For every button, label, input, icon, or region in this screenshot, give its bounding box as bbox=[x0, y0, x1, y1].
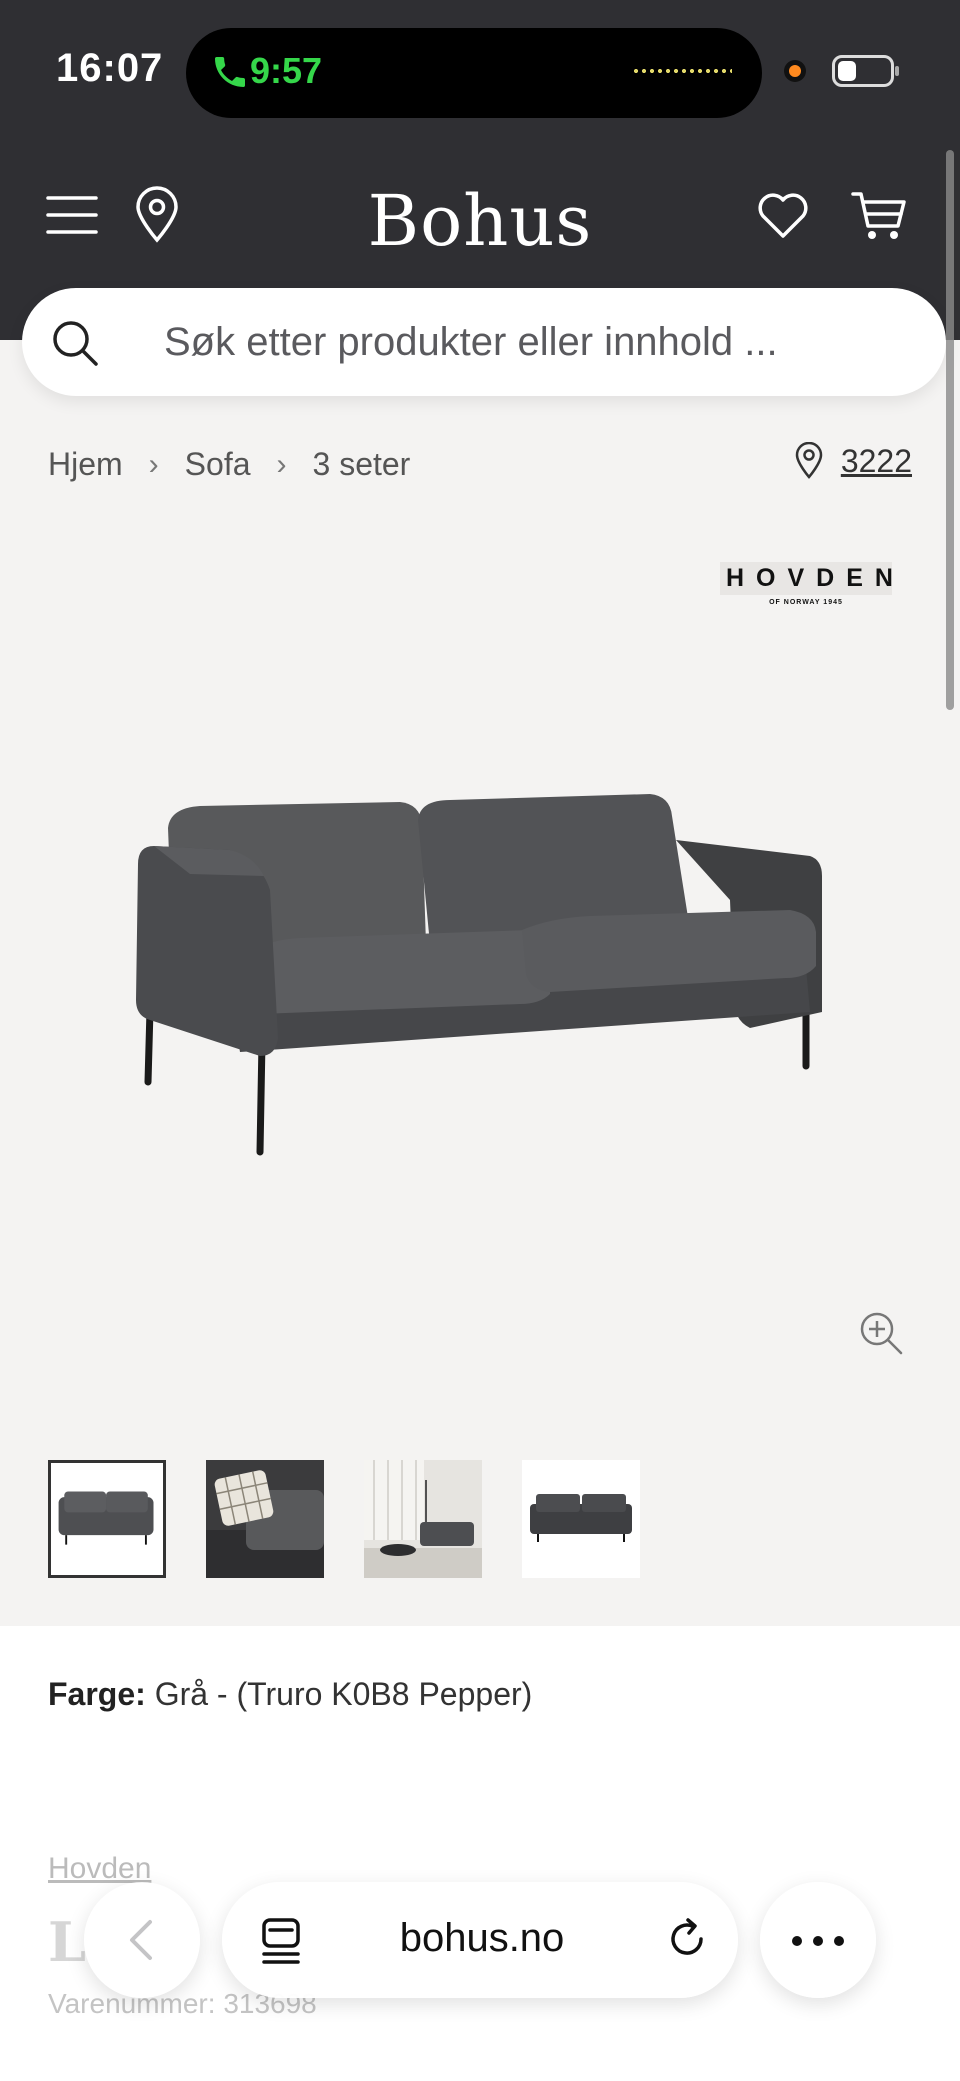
call-duration: 9:57 bbox=[250, 50, 323, 91]
thumbnail-2[interactable] bbox=[206, 1460, 324, 1578]
back-button[interactable] bbox=[84, 1882, 200, 1998]
chevron-right-icon: › bbox=[148, 447, 159, 481]
zoom-in-icon[interactable] bbox=[858, 1310, 904, 1356]
search-icon[interactable] bbox=[50, 318, 100, 368]
brand-badge-subtext: OF NORWAY 1945 bbox=[769, 599, 843, 606]
audio-wave-icon bbox=[632, 68, 732, 74]
thumbnail-room-image bbox=[364, 1460, 482, 1578]
scrollbar[interactable] bbox=[946, 150, 954, 710]
cart-icon[interactable] bbox=[850, 186, 908, 244]
more-dot-icon bbox=[834, 1936, 844, 1946]
brand-logo[interactable]: Bohus bbox=[330, 180, 630, 262]
status-time: 16:07 bbox=[56, 46, 164, 90]
reload-icon[interactable] bbox=[662, 1914, 712, 1964]
color-value: Grå - (Truro K0B8 Pepper) bbox=[154, 1676, 533, 1712]
more-dot-icon bbox=[792, 1936, 802, 1946]
address-bar[interactable]: bohus.no bbox=[222, 1882, 738, 1998]
thumbnail-1[interactable] bbox=[48, 1460, 166, 1578]
product-title: L bbox=[48, 1910, 86, 1974]
reader-mode-icon[interactable] bbox=[258, 1916, 304, 1966]
thumbnail-4[interactable] bbox=[522, 1460, 640, 1578]
brand-badge: HOVDEN OF NORWAY 1945 bbox=[720, 562, 893, 606]
thumbnail-strip bbox=[48, 1460, 640, 1578]
brand-link[interactable]: Hovden bbox=[48, 1852, 151, 1886]
store-number[interactable]: 3222 bbox=[841, 443, 912, 480]
chevron-right-icon: › bbox=[276, 447, 287, 481]
search-bar[interactable] bbox=[22, 288, 946, 396]
menu-icon[interactable] bbox=[44, 186, 102, 244]
thumbnail-sofa-front-image bbox=[51, 1463, 163, 1575]
location-pin-icon[interactable] bbox=[128, 186, 186, 244]
battery-icon bbox=[832, 55, 899, 87]
thumbnail-detail-image bbox=[206, 1460, 324, 1578]
more-dot-icon bbox=[813, 1936, 823, 1946]
breadcrumb: Hjem › Sofa › 3 seter bbox=[48, 446, 410, 483]
breadcrumb-current[interactable]: 3 seter bbox=[313, 446, 411, 483]
thumbnail-sofa-side-image bbox=[522, 1460, 640, 1578]
url-text[interactable]: bohus.no bbox=[332, 1916, 632, 1961]
breadcrumb-sofa[interactable]: Sofa bbox=[185, 446, 251, 483]
product-image[interactable] bbox=[130, 780, 830, 1160]
product-info: Farge: Grå - (Truro K0B8 Pepper) Hovden … bbox=[0, 1626, 960, 2081]
chevron-left-icon bbox=[130, 1920, 152, 1960]
more-options-button[interactable] bbox=[760, 1882, 876, 1998]
color-selection: Farge: Grå - (Truro K0B8 Pepper) bbox=[48, 1676, 532, 1713]
color-label: Farge: bbox=[48, 1676, 146, 1712]
location-pin-icon bbox=[795, 442, 823, 479]
brand-badge-text: HOVDEN bbox=[720, 562, 893, 595]
dynamic-island[interactable]: 9:57 bbox=[186, 28, 762, 118]
breadcrumb-home[interactable]: Hjem bbox=[48, 446, 123, 483]
phone-icon bbox=[215, 57, 245, 87]
mic-indicator-icon bbox=[784, 60, 806, 82]
search-input[interactable] bbox=[164, 288, 904, 396]
thumbnail-3[interactable] bbox=[364, 1460, 482, 1578]
store-selector[interactable]: 3222 bbox=[793, 442, 912, 480]
heart-icon[interactable] bbox=[754, 186, 812, 244]
